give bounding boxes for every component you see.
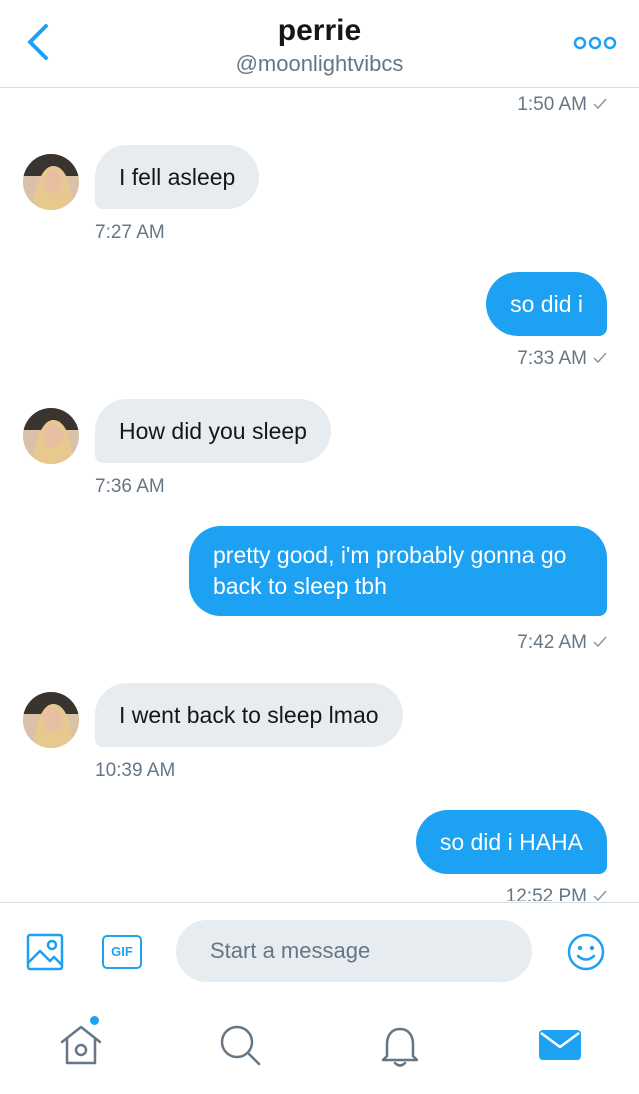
bottom-tab-bar	[0, 996, 639, 1094]
more-options-button[interactable]	[573, 33, 617, 53]
message-timestamp: 12:52 PM	[506, 886, 607, 901]
tab-messages[interactable]	[535, 1020, 585, 1070]
new-content-dot	[88, 1014, 101, 1027]
gif-button[interactable]: GIF	[102, 935, 142, 969]
read-check-icon	[593, 348, 607, 370]
envelope-icon	[539, 1030, 581, 1060]
conversation-handle[interactable]: @moonlightvibcs	[0, 51, 639, 77]
avatar-photo-icon	[23, 408, 79, 464]
avatar-photo-icon	[23, 154, 79, 210]
message-timestamp: 7:33 AM	[517, 348, 607, 370]
avatar[interactable]	[23, 408, 79, 464]
avatar[interactable]	[23, 692, 79, 748]
home-icon	[60, 1025, 102, 1065]
more-dots-icon	[573, 36, 617, 50]
search-icon	[220, 1025, 261, 1066]
incoming-message-bubble[interactable]: I went back to sleep lmao	[95, 683, 403, 747]
outgoing-message-bubble[interactable]: so did i	[486, 272, 607, 336]
message-thread[interactable]: 1:50 AM I fell asleep 7:27 AM so did i 7…	[0, 89, 639, 901]
read-check-icon	[593, 632, 607, 654]
emoji-button[interactable]	[566, 932, 606, 972]
avatar[interactable]	[23, 154, 79, 210]
read-check-icon	[593, 886, 607, 901]
bell-icon	[381, 1027, 419, 1067]
outgoing-message-bubble[interactable]: pretty good, i'm probably gonna go back …	[189, 526, 607, 616]
image-icon	[26, 933, 64, 971]
message-timestamp: 10:39 AM	[95, 760, 176, 781]
tab-notifications[interactable]	[375, 1020, 425, 1070]
incoming-message-bubble[interactable]: I fell asleep	[95, 145, 260, 209]
smiley-icon	[567, 933, 605, 971]
conversation-header: perrie @moonlightvibcs	[0, 0, 639, 88]
message-timestamp: 1:50 AM	[517, 94, 607, 116]
incoming-message-bubble[interactable]: How did you sleep	[95, 399, 331, 463]
outgoing-message-bubble[interactable]: so did i HAHA	[415, 810, 607, 874]
tab-home[interactable]	[56, 1020, 106, 1070]
message-composer: GIF Start a message	[0, 902, 639, 996]
message-timestamp: 7:27 AM	[95, 222, 165, 243]
avatar-photo-icon	[23, 692, 79, 748]
message-timestamp: 7:42 AM	[517, 632, 607, 654]
add-photo-button[interactable]	[26, 933, 64, 971]
conversation-title[interactable]: perrie	[0, 14, 639, 48]
tab-search[interactable]	[215, 1020, 265, 1070]
message-input[interactable]: Start a message	[176, 920, 532, 982]
message-timestamp: 7:36 AM	[95, 476, 165, 497]
read-check-icon	[593, 94, 607, 116]
